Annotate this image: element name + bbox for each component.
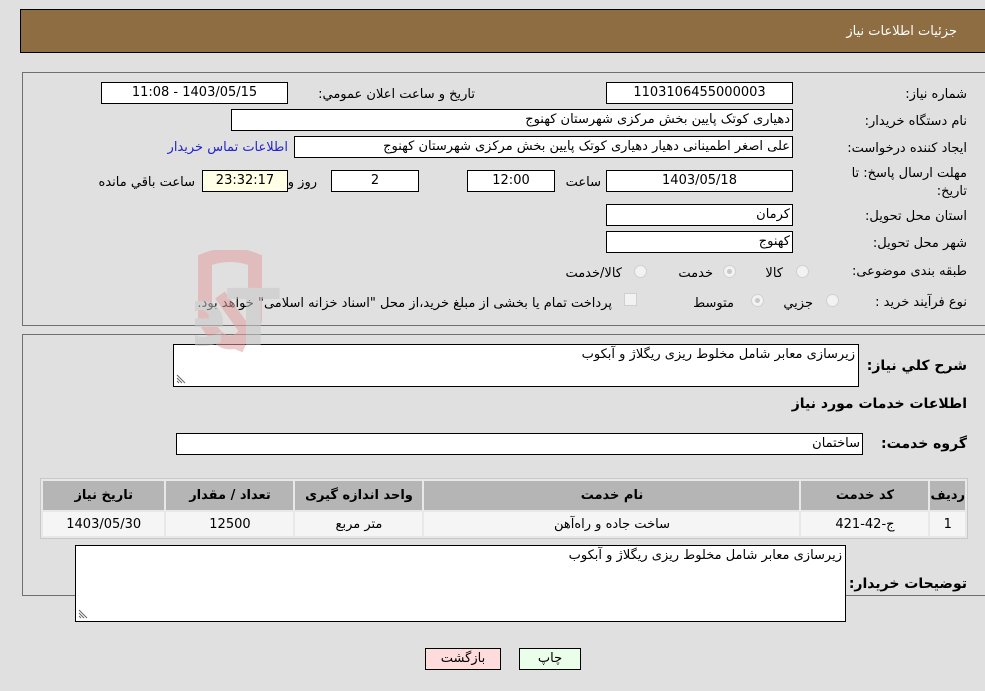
purchase-radio-medium[interactable] [751,294,764,307]
remaining-time-label: ساعت باقي مانده [98,175,195,190]
deadline-time-label: ساعت [565,175,601,190]
city-label: شهر محل تحویل: [872,236,967,251]
table-row: 1 ج-42-421 ساخت جاده و راه‌آهن متر مربع … [43,512,965,536]
treasury-note: پرداخت تمام یا بخشی از مبلغ خرید،از محل … [197,296,612,311]
category-option-goods-service: کالا/خدمت [565,266,622,281]
requester-label: ایجاد کننده درخواست: [847,141,967,156]
category-option-goods: کالا [765,266,783,281]
category-radio-goods-service[interactable] [634,265,647,278]
print-button[interactable]: چاپ [519,648,581,670]
service-group-label: گروه خدمت: [881,436,967,452]
col-header-quantity: تعداد / مقدار [166,481,294,510]
purchase-option-medium: متوسط [693,296,734,311]
purchase-radio-minor[interactable] [826,294,839,307]
category-option-service: خدمت [678,266,713,281]
description-text: زیرسازی معابر شامل مخلوط ریزی ریگلاژ و آ… [581,347,855,362]
resize-grip-icon[interactable] [176,374,186,384]
cell-unit: متر مربع [295,512,423,536]
buyer-contact-link[interactable]: اطلاعات تماس خریدار [168,140,288,155]
services-heading: اطلاعات خدمات مورد نیاز [791,396,967,412]
page-title: جزئیات اطلاعات نیاز [846,23,957,39]
description-label: شرح کلي نیاز: [866,358,967,374]
category-label: طبقه بندی موضوعی: [851,264,967,279]
buyer-notes-text: زیرسازی معابر شامل مخلوط ریزی ریگلاژ و آ… [568,548,842,563]
buyer-notes-textarea[interactable]: زیرسازی معابر شامل مخلوط ریزی ریگلاژ و آ… [75,545,846,622]
cell-quantity: 12500 [166,512,294,536]
col-header-row-number: ردیف [930,481,965,510]
cell-service-name: ساخت جاده و راه‌آهن [424,512,800,536]
purchase-type-label: نوع فرآیند خرید : [875,295,967,310]
col-header-service-name: نام خدمت [424,481,800,510]
category-radio-goods[interactable] [796,265,809,278]
category-radio-service[interactable] [723,265,736,278]
buyer-org-field: دهیاری کوتک پایین بخش مرکزی شهرستان کهنو… [231,109,793,131]
deadline-label-line1: مهلت ارسال پاسخ: تا [851,166,967,181]
col-header-unit: واحد اندازه گیری [295,481,423,510]
buyer-notes-label: توضیحات خریدار: [848,576,967,592]
announce-datetime-field: 1403/05/15 - 11:08 [101,82,288,104]
remaining-time-field: 23:32:17 [202,170,288,192]
treasury-checkbox[interactable] [624,293,637,306]
resize-grip-icon[interactable] [78,609,88,619]
announce-datetime-label: تاریخ و ساعت اعلان عمومي: [318,87,475,102]
table-header-row: ردیف کد خدمت نام خدمت واحد اندازه گیری ت… [43,481,965,510]
deadline-label-line2: تاریخ: [936,184,967,199]
need-number-field: 1103106455000003 [606,82,793,104]
col-header-service-code: کد خدمت [801,481,929,510]
services-table: ردیف کد خدمت نام خدمت واحد اندازه گیری ت… [40,478,968,539]
cell-service-code: ج-42-421 [801,512,929,536]
province-label: استان محل تحویل: [865,209,967,224]
requester-field: علی اصغر اطمینانی دهیار دهیاری کوتک پایی… [294,136,793,158]
col-header-need-date: تاریخ نیاز [43,481,165,510]
cell-row-number: 1 [930,512,965,536]
service-group-field: ساختمان [176,433,863,455]
page-header: جزئیات اطلاعات نیاز [20,9,985,53]
back-button[interactable]: بازگشت [425,648,501,670]
remaining-days-field: 2 [331,170,419,192]
description-textarea[interactable]: زیرسازی معابر شامل مخلوط ریزی ریگلاژ و آ… [173,344,859,387]
purchase-option-minor: جزیي [783,296,813,311]
province-field: کرمان [606,204,793,226]
deadline-date-field: 1403/05/18 [606,170,793,192]
buyer-org-label: نام دستگاه خریدار: [864,114,967,129]
deadline-time-field: 12:00 [467,170,555,192]
need-number-label: شماره نیاز: [905,87,967,102]
days-label: روز و [287,175,317,190]
cell-need-date: 1403/05/30 [43,512,165,536]
city-field: کهنوج [606,231,793,253]
